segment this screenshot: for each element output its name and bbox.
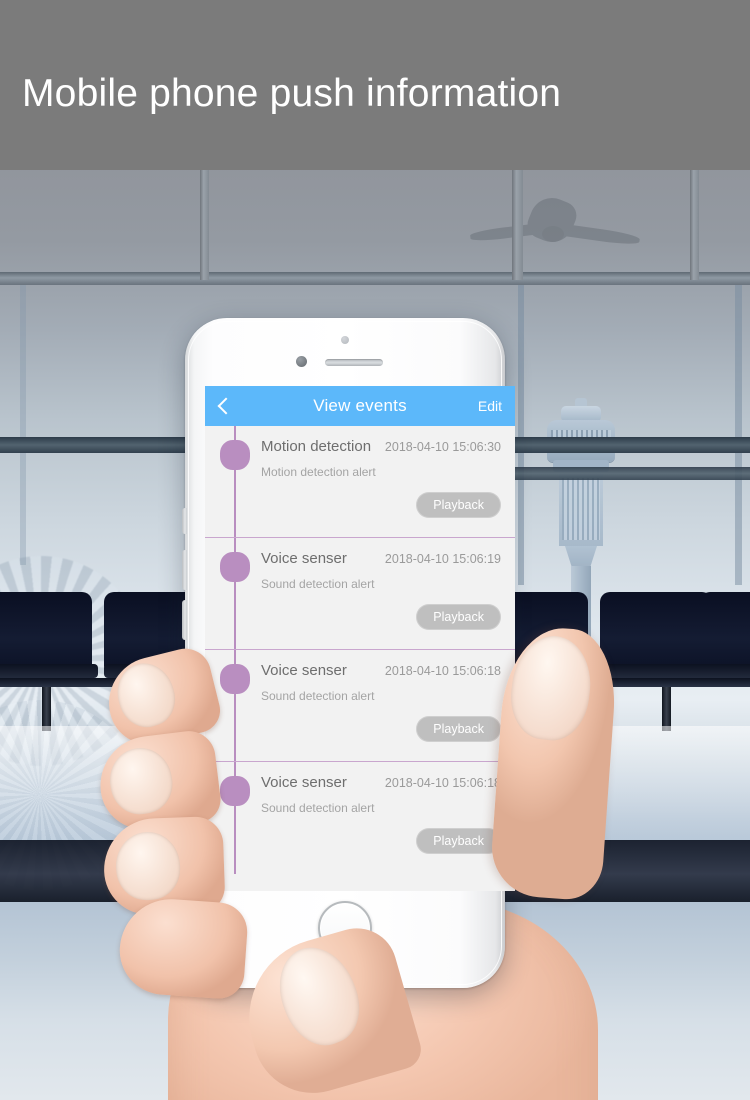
playback-button[interactable]: Playback [416, 827, 501, 854]
event-actions: Playback [205, 491, 515, 518]
event-row[interactable]: Voice senser 2018-04-10 15:06:18 Sound det… [205, 762, 515, 874]
event-header: Motion detection 2018-04-10 15:06:30 [205, 438, 515, 456]
page-title: View events [313, 396, 407, 415]
event-marker-icon [220, 664, 250, 694]
event-row[interactable]: Voice senser 2018-04-10 15:06:18 Sound det… [205, 650, 515, 762]
edit-button[interactable]: Edit [478, 398, 502, 414]
event-time: 2018-04-10 15:06:19 [384, 552, 501, 566]
event-list[interactable]: Motion detection 2018-04-10 15:06:30 Motio… [205, 426, 515, 874]
event-actions: Playback [205, 603, 515, 630]
playback-button[interactable]: Playback [416, 491, 501, 518]
event-marker-icon [220, 552, 250, 582]
event-row[interactable]: Motion detection 2018-04-10 15:06:30 Motio… [205, 426, 515, 538]
front-camera-icon [296, 356, 307, 367]
scene-root: View events Edit Motion detection 2018-04… [0, 0, 750, 1100]
smartphone: View events Edit Motion detection 2018-04… [182, 318, 515, 988]
event-actions: Playback [205, 715, 515, 742]
volume-down-button[interactable] [182, 600, 187, 640]
event-row[interactable]: Voice senser 2018-04-10 15:06:19 Sound det… [205, 538, 515, 650]
app-header: View events Edit [205, 386, 515, 426]
event-description: Sound detection alert [261, 688, 375, 703]
title-banner: Mobile phone push information [0, 0, 750, 170]
phone-screen: View events Edit Motion detection 2018-04… [205, 386, 515, 891]
playback-button[interactable]: Playback [416, 603, 501, 630]
back-chevron-icon[interactable] [217, 397, 228, 415]
event-marker-icon [220, 440, 250, 470]
event-description: Motion detection alert [261, 464, 376, 479]
silent-switch[interactable] [182, 508, 187, 534]
event-time: 2018-04-10 15:06:18 [384, 664, 501, 678]
event-name: Motion detection [261, 438, 372, 455]
ceiling-fan-icon [469, 191, 641, 258]
home-button[interactable] [318, 901, 372, 955]
window-beam [500, 467, 750, 480]
playback-button[interactable]: Playback [416, 715, 501, 742]
proximity-sensor-icon [341, 336, 349, 344]
event-name: Voice senser [261, 662, 347, 679]
event-header: Voice senser 2018-04-10 15:06:19 [205, 550, 515, 568]
event-header: Voice senser 2018-04-10 15:06:18 [205, 662, 515, 680]
window-mullion [518, 285, 524, 585]
event-description: Sound detection alert [261, 576, 375, 591]
event-description: Sound detection alert [261, 800, 375, 815]
banner-title: Mobile phone push information [22, 72, 562, 115]
earpiece-speaker-icon [325, 359, 383, 366]
event-marker-icon [220, 776, 250, 806]
event-name: Voice senser [261, 774, 347, 791]
event-actions: Playback [205, 827, 515, 854]
window-mullion [20, 285, 26, 565]
window-mullion [735, 285, 742, 585]
window-frame-horizontal [0, 272, 750, 285]
volume-up-button[interactable] [182, 550, 187, 590]
event-header: Voice senser 2018-04-10 15:06:18 [205, 774, 515, 792]
event-name: Voice senser [261, 550, 347, 567]
event-time: 2018-04-10 15:06:30 [384, 440, 501, 454]
event-time: 2018-04-10 15:06:18 [384, 776, 501, 790]
window-frame-vertical [200, 155, 209, 280]
